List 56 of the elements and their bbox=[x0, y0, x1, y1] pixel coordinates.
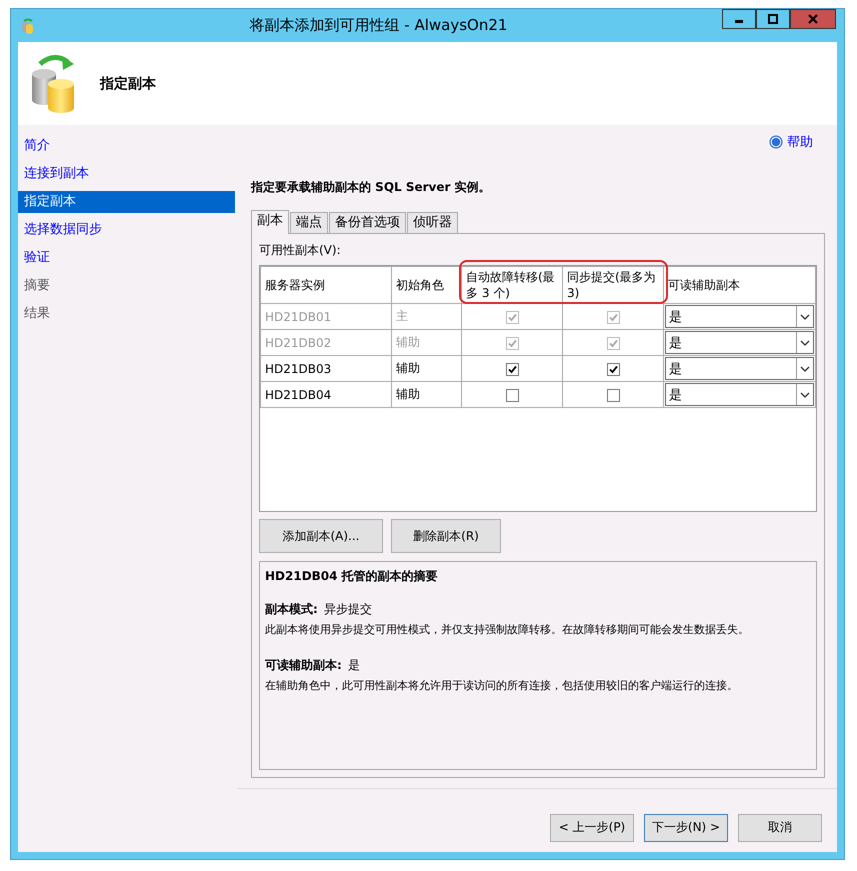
table-cell: HD21DB01 bbox=[260, 304, 392, 330]
summary-field: 可读辅助副本: 是 bbox=[265, 657, 811, 674]
instruction-text: 指定要承载辅助副本的 SQL Server 实例。 bbox=[251, 179, 492, 196]
column-header: 自动故障转移(最多 3 个) bbox=[462, 266, 562, 304]
checkbox[interactable] bbox=[506, 362, 518, 376]
previous-button[interactable]: < 上一步(P) bbox=[550, 814, 634, 842]
maximize-button[interactable] bbox=[756, 9, 790, 29]
help-icon bbox=[769, 135, 783, 149]
remove-replica-button[interactable]: 删除副本(R) bbox=[391, 519, 501, 553]
nav-item[interactable]: 指定副本 bbox=[18, 191, 235, 213]
table-cell: HD21DB03 bbox=[260, 356, 392, 382]
column-header: 初始角色 bbox=[392, 266, 462, 304]
table-label: 可用性副本(V): bbox=[259, 242, 342, 259]
readable-dropdown[interactable]: 是 bbox=[665, 357, 814, 380]
summary-description: 在辅助角色中，此可用性副本将允许用于读访问的所有连接，包括使用较旧的客户端运行的连接。 bbox=[265, 678, 739, 693]
help-link[interactable]: 帮助 bbox=[769, 133, 813, 151]
table-cell: HD21DB04 bbox=[260, 382, 392, 408]
add-replica-button[interactable]: 添加副本(A)... bbox=[259, 519, 383, 553]
table-cell: HD21DB02 bbox=[260, 330, 392, 356]
tab[interactable]: 端点 bbox=[290, 212, 328, 233]
database-icon bbox=[21, 18, 35, 34]
close-button[interactable] bbox=[790, 9, 836, 29]
maximize-icon bbox=[768, 14, 778, 24]
checkbox[interactable] bbox=[606, 362, 620, 376]
readable-dropdown[interactable]: 是 bbox=[665, 383, 814, 406]
summary-title: HD21DB04 托管的副本的摘要 bbox=[265, 568, 439, 585]
summary-field: 副本模式: 异步提交 bbox=[265, 601, 811, 618]
checkbox[interactable] bbox=[606, 388, 620, 402]
column-header: 服务器实例 bbox=[260, 266, 392, 304]
table-cell: 主 bbox=[392, 304, 462, 330]
nav-item[interactable]: 简介 bbox=[18, 135, 235, 157]
tab[interactable]: 侦听器 bbox=[407, 212, 458, 233]
column-header: 可读辅助副本 bbox=[664, 266, 816, 304]
caret-icon bbox=[800, 314, 810, 320]
next-button[interactable]: 下一步(N) > bbox=[644, 814, 728, 842]
page-title: 指定副本 bbox=[100, 74, 156, 92]
table-cell: 辅助 bbox=[392, 330, 462, 356]
nav-item[interactable]: 验证 bbox=[18, 247, 235, 269]
nav-item[interactable]: 摘要 bbox=[18, 275, 235, 297]
minimize-button[interactable] bbox=[722, 9, 756, 29]
nav-item[interactable]: 结果 bbox=[18, 303, 235, 325]
tab[interactable]: 备份首选项 bbox=[329, 212, 406, 233]
table-cell: 辅助 bbox=[392, 356, 462, 382]
checkbox[interactable] bbox=[506, 388, 518, 402]
column-header: 同步提交(最多为 3) bbox=[562, 266, 664, 304]
summary-description: 此副本将使用异步提交可用性模式，并仅支持强制故障转移。在故障转移期间可能会发生数据丢失。 bbox=[265, 622, 750, 637]
caret-icon bbox=[800, 340, 810, 346]
window-title: 将副本添加到可用性组 - AlwaysOn21 bbox=[248, 16, 508, 35]
caret-icon bbox=[800, 366, 810, 372]
tab[interactable]: 副本 bbox=[251, 210, 289, 234]
close-icon bbox=[808, 14, 818, 24]
cancel-button[interactable]: 取消 bbox=[738, 814, 822, 842]
nav-item[interactable]: 选择数据同步 bbox=[18, 219, 235, 241]
nav-item[interactable]: 连接到副本 bbox=[18, 163, 235, 185]
caret-icon bbox=[800, 392, 810, 398]
table-cell: 辅助 bbox=[392, 382, 462, 408]
